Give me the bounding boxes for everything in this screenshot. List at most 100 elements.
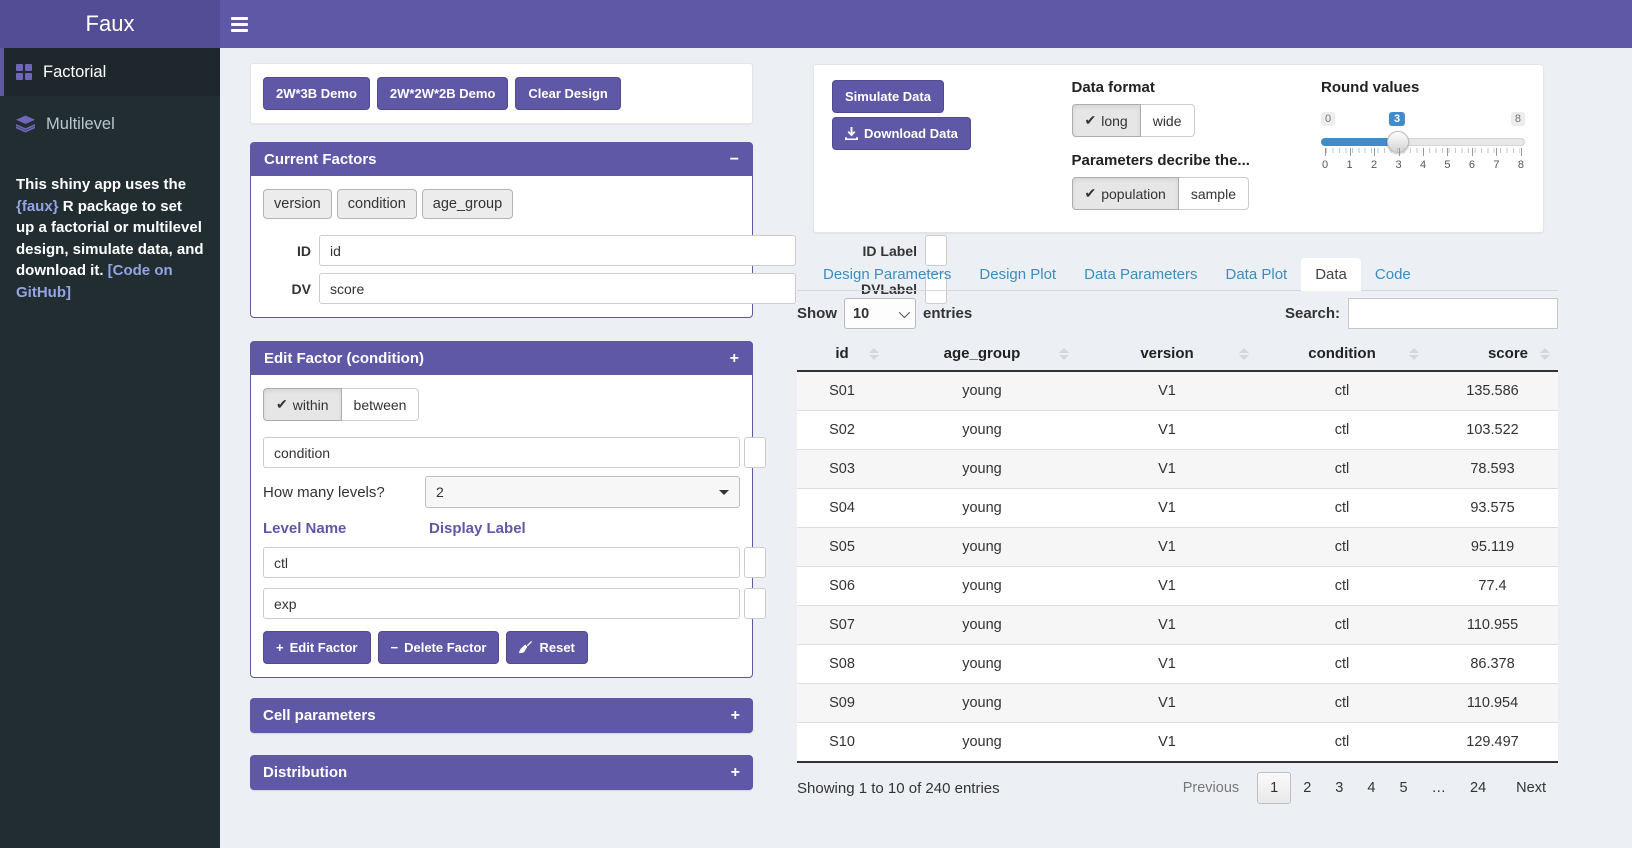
distribution-panel[interactable]: Distribution + <box>250 755 753 790</box>
current-factors-body: version condition age_group ID ID Label … <box>251 176 752 317</box>
demo-2w3b-button[interactable]: 2W*3B Demo <box>263 77 370 110</box>
current-factors-panel: Current Factors − version condition age_… <box>250 142 753 318</box>
edit-factor-button[interactable]: +Edit Factor <box>263 631 371 664</box>
plus-icon: + <box>276 640 284 655</box>
entries-label: entries <box>923 305 972 322</box>
factor-name-field[interactable] <box>263 437 740 468</box>
tab-code[interactable]: Code <box>1361 258 1425 291</box>
delete-factor-button[interactable]: −Delete Factor <box>378 631 500 664</box>
table-row: S04youngV1ctl93.575 <box>797 489 1558 528</box>
column-header-version[interactable]: version <box>1077 337 1257 371</box>
factor-display-field[interactable] <box>744 437 766 468</box>
cell-condition: ctl <box>1257 606 1427 645</box>
tab-data-plot[interactable]: Data Plot <box>1212 258 1302 291</box>
level-label-field[interactable] <box>744 588 766 619</box>
grid-icon <box>16 64 32 80</box>
page-button-24[interactable]: 24 <box>1458 773 1498 803</box>
round-values-label: Round values <box>1321 79 1525 96</box>
level-name-field[interactable] <box>263 588 740 619</box>
page-button-5[interactable]: 5 <box>1387 773 1419 803</box>
collapse-minus-icon[interactable]: − <box>730 152 739 168</box>
datatable-controls: Show 10 entries Search: <box>797 298 1558 329</box>
table-row: S01youngV1ctl135.586 <box>797 371 1558 411</box>
tab-design-parameters[interactable]: Design Parameters <box>809 258 965 291</box>
factor-chip-condition[interactable]: condition <box>337 189 417 219</box>
cell-condition: ctl <box>1257 645 1427 684</box>
cell-parameters-panel[interactable]: Cell parameters + <box>250 698 753 733</box>
cell-condition: ctl <box>1257 411 1427 450</box>
levels-select[interactable]: 2 <box>425 476 740 508</box>
parameters-describe-label: Parameters decribe the... <box>1072 152 1318 169</box>
cell-version: V1 <box>1077 411 1257 450</box>
reset-button[interactable]: Reset <box>506 631 587 664</box>
sidebar: Factorial Multilevel This shiny app uses… <box>0 48 220 848</box>
data-column: Simulate Data Download Data Data format … <box>797 64 1558 804</box>
panel-title: Current Factors <box>264 151 377 168</box>
demo-2w2w2b-button[interactable]: 2W*2W*2B Demo <box>377 77 508 110</box>
population-toggle-button[interactable]: ✔population <box>1072 177 1179 210</box>
sample-toggle-button[interactable]: sample <box>1179 177 1249 210</box>
edit-factor-header[interactable]: Edit Factor (condition) + <box>251 342 752 375</box>
previous-page-button[interactable]: Previous <box>1171 773 1251 803</box>
cell-age: young <box>887 489 1077 528</box>
id-field[interactable] <box>319 235 796 266</box>
column-header-age-group[interactable]: age_group <box>887 337 1077 371</box>
sidebar-item-multilevel[interactable]: Multilevel <box>0 100 220 148</box>
current-factors-header[interactable]: Current Factors − <box>251 143 752 176</box>
page-length-select[interactable]: 10 <box>844 298 916 329</box>
output-tabs: Design Parameters Design Plot Data Param… <box>797 258 1558 291</box>
sidebar-item-factorial[interactable]: Factorial <box>0 48 220 96</box>
page-button-1[interactable]: 1 <box>1257 772 1291 804</box>
page-button-3[interactable]: 3 <box>1323 773 1355 803</box>
clear-design-button[interactable]: Clear Design <box>515 77 620 110</box>
page-button-4[interactable]: 4 <box>1355 773 1387 803</box>
cell-score: 103.522 <box>1427 411 1558 450</box>
column-header-id[interactable]: id <box>797 337 887 371</box>
levels-question-label: How many levels? <box>263 484 385 501</box>
tab-data[interactable]: Data <box>1301 258 1361 291</box>
long-toggle-button[interactable]: ✔long <box>1072 104 1141 137</box>
cell-score: 77.4 <box>1427 567 1558 606</box>
page-button-2[interactable]: 2 <box>1291 773 1323 803</box>
simulate-data-button[interactable]: Simulate Data <box>832 80 944 113</box>
download-data-button[interactable]: Download Data <box>832 117 971 150</box>
dv-field[interactable] <box>319 273 796 304</box>
wide-toggle-button[interactable]: wide <box>1141 104 1195 137</box>
tab-design-plot[interactable]: Design Plot <box>965 258 1070 291</box>
hamburger-menu-icon[interactable] <box>231 14 251 34</box>
collapse-plus-icon[interactable]: + <box>731 708 740 724</box>
level-name-header: Level Name <box>263 520 429 537</box>
column-header-condition[interactable]: condition <box>1257 337 1427 371</box>
check-icon: ✔ <box>1085 185 1097 202</box>
sort-icon <box>1059 348 1069 360</box>
cell-age: young <box>887 606 1077 645</box>
level-name-field[interactable] <box>263 547 740 578</box>
between-toggle-button[interactable]: between <box>342 388 420 421</box>
factor-chip-version[interactable]: version <box>263 189 332 219</box>
faux-package-link[interactable]: {faux} <box>16 198 59 215</box>
within-toggle-button[interactable]: ✔within <box>263 388 342 421</box>
collapse-plus-icon[interactable]: + <box>731 765 740 781</box>
layers-icon <box>16 115 35 133</box>
table-row: S06youngV1ctl77.4 <box>797 567 1558 606</box>
tab-data-parameters[interactable]: Data Parameters <box>1070 258 1211 291</box>
cell-condition: ctl <box>1257 371 1427 411</box>
table-row: S09youngV1ctl110.954 <box>797 684 1558 723</box>
collapse-plus-icon[interactable]: + <box>730 351 739 367</box>
check-icon: ✔ <box>1085 112 1097 129</box>
cell-age: young <box>887 450 1077 489</box>
edit-factor-body: ✔within between How many levels? 2 Level… <box>251 375 752 677</box>
sort-icon <box>869 348 879 360</box>
top-navbar: Faux <box>0 0 1632 48</box>
cell-id: S02 <box>797 411 887 450</box>
cell-age: young <box>887 684 1077 723</box>
table-row: S08youngV1ctl86.378 <box>797 645 1558 684</box>
cell-version: V1 <box>1077 567 1257 606</box>
level-label-field[interactable] <box>744 547 766 578</box>
cell-id: S05 <box>797 528 887 567</box>
search-input[interactable] <box>1348 298 1558 329</box>
next-page-button[interactable]: Next <box>1504 773 1558 803</box>
column-header-score[interactable]: score <box>1427 337 1558 371</box>
app-logo[interactable]: Faux <box>0 0 220 48</box>
factor-chip-age-group[interactable]: age_group <box>422 189 513 219</box>
